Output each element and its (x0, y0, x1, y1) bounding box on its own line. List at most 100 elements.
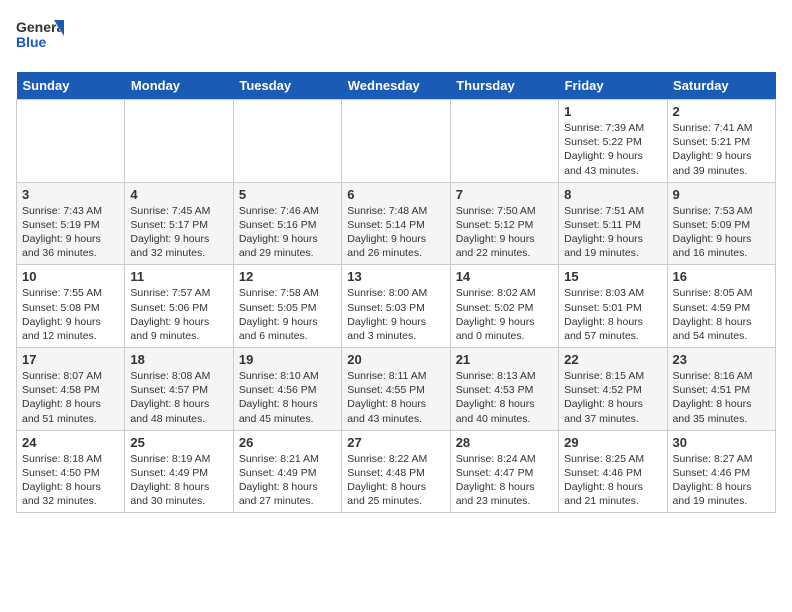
logo-svg: General Blue (16, 16, 64, 60)
day-number: 14 (456, 269, 553, 284)
col-header-tuesday: Tuesday (233, 72, 341, 100)
day-number: 17 (22, 352, 119, 367)
day-number: 15 (564, 269, 661, 284)
cell-3-7: 16 Sunrise: 8:05 AM Sunset: 4:59 PM Dayli… (667, 265, 775, 348)
day-info: Sunrise: 8:07 AM Sunset: 4:58 PM Dayligh… (22, 369, 119, 426)
day-info: Sunrise: 7:53 AM Sunset: 5:09 PM Dayligh… (673, 204, 770, 261)
cell-1-3 (233, 100, 341, 183)
cell-1-7: 2 Sunrise: 7:41 AM Sunset: 5:21 PM Daylig… (667, 100, 775, 183)
day-number: 5 (239, 187, 336, 202)
day-info: Sunrise: 8:16 AM Sunset: 4:51 PM Dayligh… (673, 369, 770, 426)
cell-4-3: 19 Sunrise: 8:10 AM Sunset: 4:56 PM Dayli… (233, 348, 341, 431)
day-info: Sunrise: 8:13 AM Sunset: 4:53 PM Dayligh… (456, 369, 553, 426)
day-number: 4 (130, 187, 227, 202)
cell-4-7: 23 Sunrise: 8:16 AM Sunset: 4:51 PM Dayli… (667, 348, 775, 431)
cell-1-2 (125, 100, 233, 183)
day-number: 10 (22, 269, 119, 284)
day-info: Sunrise: 8:22 AM Sunset: 4:48 PM Dayligh… (347, 452, 444, 509)
day-number: 23 (673, 352, 770, 367)
cell-3-6: 15Sunrise: 8:03 AM Sunset: 5:01 PM Dayli… (559, 265, 667, 348)
day-number: 29 (564, 435, 661, 450)
day-number: 8 (564, 187, 661, 202)
day-info: Sunrise: 8:15 AM Sunset: 4:52 PM Dayligh… (564, 369, 661, 426)
day-info: Sunrise: 7:45 AM Sunset: 5:17 PM Dayligh… (130, 204, 227, 261)
cell-5-4: 27 Sunrise: 8:22 AM Sunset: 4:48 PM Dayli… (342, 430, 450, 513)
day-info: Sunrise: 8:19 AM Sunset: 4:49 PM Dayligh… (130, 452, 227, 509)
week-row-1: 1 Sunrise: 7:39 AM Sunset: 5:22 PM Daylig… (17, 100, 776, 183)
day-number: 20 (347, 352, 444, 367)
header: General Blue (16, 16, 776, 60)
day-number: 2 (673, 104, 770, 119)
day-number: 27 (347, 435, 444, 450)
cell-4-4: 20 Sunrise: 8:11 AM Sunset: 4:55 PM Dayli… (342, 348, 450, 431)
cell-1-4 (342, 100, 450, 183)
day-info: Sunrise: 8:18 AM Sunset: 4:50 PM Dayligh… (22, 452, 119, 509)
day-number: 30 (673, 435, 770, 450)
day-info: Sunrise: 8:08 AM Sunset: 4:57 PM Dayligh… (130, 369, 227, 426)
day-number: 25 (130, 435, 227, 450)
cell-4-2: 18 Sunrise: 8:08 AM Sunset: 4:57 PM Dayli… (125, 348, 233, 431)
cell-4-6: 22 Sunrise: 8:15 AM Sunset: 4:52 PM Dayli… (559, 348, 667, 431)
col-header-thursday: Thursday (450, 72, 558, 100)
day-info: Sunrise: 8:21 AM Sunset: 4:49 PM Dayligh… (239, 452, 336, 509)
day-info: Sunrise: 7:39 AM Sunset: 5:22 PM Dayligh… (564, 121, 661, 178)
day-number: 9 (673, 187, 770, 202)
week-row-4: 17 Sunrise: 8:07 AM Sunset: 4:58 PM Dayli… (17, 348, 776, 431)
header-row: SundayMondayTuesdayWednesdayThursdayFrid… (17, 72, 776, 100)
cell-2-4: 6 Sunrise: 7:48 AM Sunset: 5:14 PM Daylig… (342, 182, 450, 265)
cell-2-2: 4 Sunrise: 7:45 AM Sunset: 5:17 PM Daylig… (125, 182, 233, 265)
calendar-table: SundayMondayTuesdayWednesdayThursdayFrid… (16, 72, 776, 513)
day-number: 26 (239, 435, 336, 450)
cell-5-1: 24 Sunrise: 8:18 AM Sunset: 4:50 PM Dayli… (17, 430, 125, 513)
day-info: Sunrise: 7:55 AM Sunset: 5:08 PM Dayligh… (22, 286, 119, 343)
svg-text:Blue: Blue (16, 34, 47, 50)
day-info: Sunrise: 7:57 AM Sunset: 5:06 PM Dayligh… (130, 286, 227, 343)
cell-5-3: 26 Sunrise: 8:21 AM Sunset: 4:49 PM Dayli… (233, 430, 341, 513)
cell-1-5 (450, 100, 558, 183)
col-header-monday: Monday (125, 72, 233, 100)
day-number: 21 (456, 352, 553, 367)
day-info: Sunrise: 8:05 AM Sunset: 4:59 PM Dayligh… (673, 286, 770, 343)
cell-3-5: 14 Sunrise: 8:02 AM Sunset: 5:02 PM Dayli… (450, 265, 558, 348)
col-header-sunday: Sunday (17, 72, 125, 100)
day-number: 24 (22, 435, 119, 450)
day-info: Sunrise: 8:00 AM Sunset: 5:03 PM Dayligh… (347, 286, 444, 343)
cell-2-6: 8Sunrise: 7:51 AM Sunset: 5:11 PM Daylig… (559, 182, 667, 265)
col-header-saturday: Saturday (667, 72, 775, 100)
week-row-2: 3Sunrise: 7:43 AM Sunset: 5:19 PM Daylig… (17, 182, 776, 265)
day-number: 18 (130, 352, 227, 367)
day-number: 1 (564, 104, 661, 119)
day-info: Sunrise: 8:02 AM Sunset: 5:02 PM Dayligh… (456, 286, 553, 343)
day-info: Sunrise: 8:11 AM Sunset: 4:55 PM Dayligh… (347, 369, 444, 426)
cell-2-3: 5Sunrise: 7:46 AM Sunset: 5:16 PM Daylig… (233, 182, 341, 265)
col-header-wednesday: Wednesday (342, 72, 450, 100)
cell-5-5: 28Sunrise: 8:24 AM Sunset: 4:47 PM Dayli… (450, 430, 558, 513)
cell-3-4: 13 Sunrise: 8:00 AM Sunset: 5:03 PM Dayli… (342, 265, 450, 348)
week-row-3: 10 Sunrise: 7:55 AM Sunset: 5:08 PM Dayli… (17, 265, 776, 348)
cell-1-1 (17, 100, 125, 183)
col-header-friday: Friday (559, 72, 667, 100)
cell-2-1: 3Sunrise: 7:43 AM Sunset: 5:19 PM Daylig… (17, 182, 125, 265)
cell-3-3: 12 Sunrise: 7:58 AM Sunset: 5:05 PM Dayli… (233, 265, 341, 348)
day-info: Sunrise: 7:48 AM Sunset: 5:14 PM Dayligh… (347, 204, 444, 261)
day-info: Sunrise: 7:41 AM Sunset: 5:21 PM Dayligh… (673, 121, 770, 178)
day-number: 16 (673, 269, 770, 284)
day-info: Sunrise: 8:10 AM Sunset: 4:56 PM Dayligh… (239, 369, 336, 426)
day-number: 19 (239, 352, 336, 367)
cell-3-1: 10 Sunrise: 7:55 AM Sunset: 5:08 PM Dayli… (17, 265, 125, 348)
week-row-5: 24 Sunrise: 8:18 AM Sunset: 4:50 PM Dayli… (17, 430, 776, 513)
day-info: Sunrise: 8:27 AM Sunset: 4:46 PM Dayligh… (673, 452, 770, 509)
logo: General Blue (16, 16, 64, 60)
cell-1-6: 1 Sunrise: 7:39 AM Sunset: 5:22 PM Daylig… (559, 100, 667, 183)
day-number: 12 (239, 269, 336, 284)
cell-2-7: 9 Sunrise: 7:53 AM Sunset: 5:09 PM Daylig… (667, 182, 775, 265)
cell-3-2: 11Sunrise: 7:57 AM Sunset: 5:06 PM Dayli… (125, 265, 233, 348)
cell-4-1: 17 Sunrise: 8:07 AM Sunset: 4:58 PM Dayli… (17, 348, 125, 431)
day-info: Sunrise: 8:25 AM Sunset: 4:46 PM Dayligh… (564, 452, 661, 509)
day-number: 6 (347, 187, 444, 202)
day-info: Sunrise: 7:58 AM Sunset: 5:05 PM Dayligh… (239, 286, 336, 343)
day-number: 22 (564, 352, 661, 367)
day-number: 13 (347, 269, 444, 284)
cell-4-5: 21 Sunrise: 8:13 AM Sunset: 4:53 PM Dayli… (450, 348, 558, 431)
day-number: 28 (456, 435, 553, 450)
